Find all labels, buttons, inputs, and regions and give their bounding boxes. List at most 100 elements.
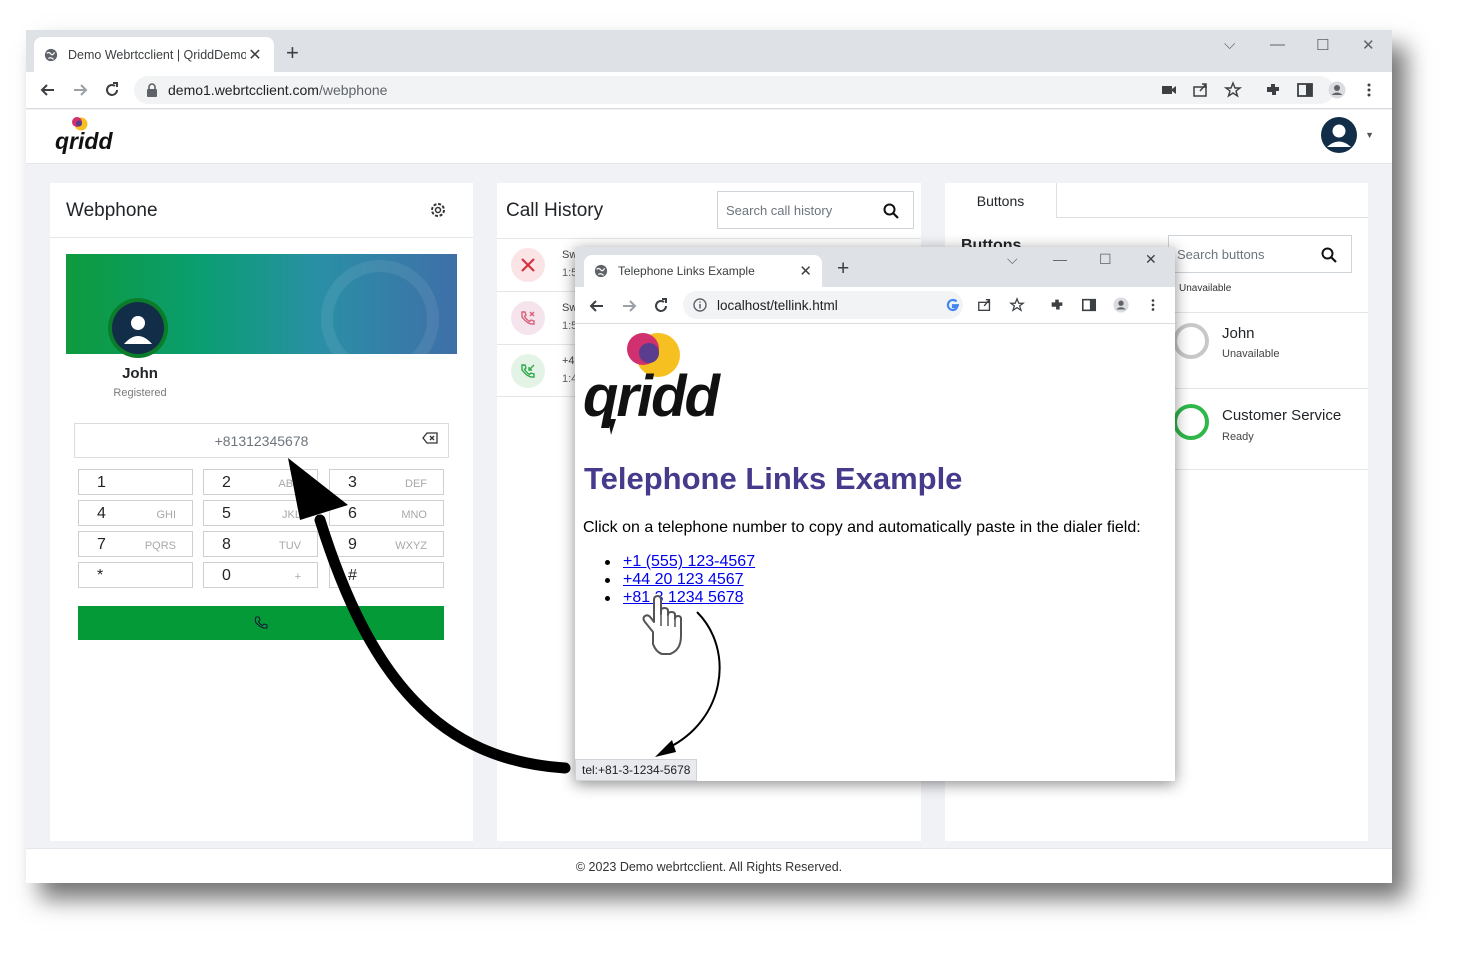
- bookmark-star-icon[interactable]: [1009, 297, 1025, 313]
- phone-link[interactable]: +81 3 1234 5678: [623, 589, 744, 606]
- phone-icon: [254, 616, 268, 629]
- bookmark-star-icon[interactable]: [1224, 81, 1242, 99]
- avatar-dropdown-icon[interactable]: ▼: [1365, 130, 1374, 140]
- key-star[interactable]: *: [78, 562, 193, 588]
- page-footer: © 2023 Demo webrtcclient. All Rights Res…: [26, 848, 1392, 883]
- phone-link[interactable]: +44 20 123 4567: [623, 571, 744, 588]
- address-bar[interactable]: demo1.webrtcclient.com/webphone: [134, 76, 1334, 104]
- maximize-icon[interactable]: ☐: [1316, 36, 1329, 54]
- dialer-input[interactable]: +81312345678: [74, 423, 449, 458]
- call-history-row-line1: +4: [562, 355, 575, 367]
- webphone-user-name: John: [122, 365, 158, 382]
- tab-buttons[interactable]: Buttons: [945, 183, 1057, 218]
- lock-icon: [147, 83, 157, 97]
- share-icon[interactable]: [1192, 81, 1210, 99]
- key-hash[interactable]: #: [329, 562, 444, 588]
- button-item-state: Unavailable: [1222, 348, 1280, 360]
- camera-icon[interactable]: [1160, 81, 1178, 99]
- popup-browser-tab[interactable]: Telephone Links Example ✕: [584, 255, 822, 287]
- user-avatar-icon[interactable]: [1320, 116, 1358, 154]
- profile-icon[interactable]: [1328, 81, 1346, 99]
- gear-icon[interactable]: [429, 201, 447, 219]
- reload-icon[interactable]: [102, 80, 122, 100]
- qridd-logo-large: qridd: [583, 331, 733, 442]
- browser-toolbar: demo1.webrtcclient.com/webphone: [26, 72, 1392, 109]
- side-panel-icon[interactable]: [1296, 81, 1314, 99]
- tab-strip: Demo Webrtcclient | QriddDemo ✕ + ⌵ — ☐ …: [26, 30, 1392, 72]
- maximize-icon[interactable]: ☐: [1099, 251, 1112, 268]
- url-path: /webphone: [318, 82, 388, 98]
- list-item: +81 3 1234 5678: [604, 589, 755, 607]
- key-5[interactable]: 5 JKL: [203, 500, 318, 526]
- menu-kebab-icon[interactable]: [1360, 81, 1378, 99]
- close-tab-icon[interactable]: ✕: [799, 262, 812, 280]
- phone-link[interactable]: +1 (555) 123-4567: [623, 553, 755, 570]
- side-panel-icon[interactable]: [1081, 297, 1097, 313]
- buttons-search-placeholder: Search buttons: [1177, 246, 1265, 262]
- person-icon: [124, 316, 152, 344]
- list-item: +1 (555) 123-4567: [604, 553, 755, 571]
- webphone-registration-status: Registered: [113, 387, 167, 399]
- reload-icon[interactable]: [651, 296, 671, 316]
- key-3[interactable]: 3 DEF: [329, 469, 444, 495]
- button-item-name: John: [1222, 325, 1255, 342]
- tab-search-icon[interactable]: ⌵: [1007, 251, 1018, 268]
- call-history-search-input[interactable]: Search call history: [717, 191, 914, 229]
- menu-kebab-icon[interactable]: [1145, 297, 1161, 313]
- webphone-avatar: [108, 298, 168, 358]
- popup-description: Click on a telephone number to copy and …: [583, 519, 1141, 536]
- popup-address-bar[interactable]: localhost/tellink.html: [683, 291, 963, 319]
- phone-link-list: +1 (555) 123-4567 +44 20 123 4567 +81 3 …: [604, 553, 755, 607]
- search-icon[interactable]: [883, 203, 899, 219]
- profile-icon[interactable]: [1113, 297, 1129, 313]
- list-item: +44 20 123 4567: [604, 571, 755, 589]
- close-window-icon[interactable]: ✕: [1362, 36, 1375, 54]
- qridd-logo[interactable]: qridd: [54, 116, 114, 161]
- status-ring-icon: [1173, 323, 1209, 359]
- call-history-title: Call History: [506, 200, 604, 221]
- extensions-icon[interactable]: [1264, 81, 1282, 99]
- key-0[interactable]: 0 +: [203, 562, 318, 588]
- back-icon[interactable]: [587, 296, 607, 316]
- popup-tab-strip: Telephone Links Example ✕ + ⌵ — ☐ ✕: [575, 247, 1175, 287]
- call-history-search-placeholder: Search call history: [726, 202, 833, 218]
- close-window-icon[interactable]: ✕: [1145, 251, 1157, 268]
- key-1[interactable]: 1: [78, 469, 193, 495]
- url-host: demo1.webrtcclient.com: [168, 82, 319, 98]
- backspace-icon[interactable]: [422, 432, 438, 444]
- share-icon[interactable]: [977, 297, 993, 313]
- close-tab-icon[interactable]: ✕: [246, 45, 264, 65]
- globe-icon: [44, 48, 58, 61]
- new-tab-icon[interactable]: +: [837, 257, 849, 281]
- back-icon[interactable]: [38, 80, 58, 100]
- key-8[interactable]: 8 TUV: [203, 531, 318, 557]
- missed-call-icon: [511, 248, 545, 282]
- key-9[interactable]: 9 WXYZ: [329, 531, 444, 557]
- key-6[interactable]: 6 MNO: [329, 500, 444, 526]
- minimize-icon[interactable]: —: [1053, 251, 1067, 267]
- key-2[interactable]: 2 ABC: [203, 469, 318, 495]
- info-icon[interactable]: [693, 298, 707, 312]
- minimize-icon[interactable]: —: [1270, 36, 1285, 53]
- webphone-title: Webphone: [66, 200, 158, 221]
- key-7[interactable]: 7 PQRS: [78, 531, 193, 557]
- webphone-card: Webphone John Registered +81312345678 1 …: [50, 183, 473, 841]
- call-button[interactable]: [78, 606, 444, 640]
- tab-search-icon[interactable]: ⌵: [1224, 36, 1235, 53]
- forward-icon[interactable]: [70, 80, 90, 100]
- buttons-search-input[interactable]: Search buttons: [1168, 235, 1352, 273]
- forward-icon[interactable]: [619, 296, 639, 316]
- search-icon[interactable]: [1321, 247, 1337, 263]
- google-icon[interactable]: [945, 297, 961, 313]
- browser-tab[interactable]: Demo Webrtcclient | QriddDemo ✕: [34, 37, 274, 72]
- qridd-logo-mark: qridd: [583, 333, 724, 435]
- rejected-call-icon: [511, 301, 545, 335]
- status-ring-icon: [1173, 404, 1209, 440]
- button-item-name: Customer Service: [1222, 407, 1342, 424]
- rotary-dial-decoration: [321, 260, 439, 354]
- key-4[interactable]: 4 GHI: [78, 500, 193, 526]
- popup-url: localhost/tellink.html: [717, 297, 838, 313]
- new-tab-icon[interactable]: +: [286, 42, 299, 64]
- qridd-logo-mark: qridd: [55, 117, 113, 154]
- extensions-icon[interactable]: [1049, 297, 1065, 313]
